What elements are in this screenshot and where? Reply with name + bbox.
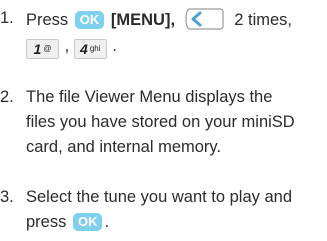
step-text: press [26, 213, 67, 231]
key-1-sub: @ [43, 44, 52, 53]
left-nav-key-icon [185, 8, 224, 30]
key-1-icon: 1 @ [26, 39, 59, 59]
comma: , [64, 37, 70, 55]
ok-key-icon: OK [74, 11, 105, 29]
ok-key-icon: OK [72, 213, 103, 231]
times-text: 2 times, [234, 11, 292, 29]
key-1-digit: 1 [33, 41, 42, 57]
step-number: 3. [0, 188, 14, 206]
menu-key-label: [MENU], [110, 11, 176, 29]
step-1-line-1: Press OK [MENU], 2 times, [26, 7, 292, 31]
period: . [112, 37, 117, 55]
step-number: 1. [0, 9, 14, 27]
key-4-sub: ghi [89, 44, 101, 53]
step-2-line-1: The file Viewer Menu displays the [26, 88, 273, 106]
step-text: Press [26, 11, 69, 29]
step-2-line-3: card, and internal memory. [26, 138, 222, 156]
step-number: 2. [0, 88, 14, 106]
key-4-digit: 4 [80, 41, 88, 57]
step-3-line-1: Select the tune you want to play and [26, 188, 293, 206]
step-2-line-2: files you have stored on your miniSD [26, 113, 295, 131]
step-1-line-2: 1 @ , 4 ghi . [26, 35, 117, 59]
step-3-line-2: press OK. [26, 211, 109, 233]
period: . [104, 213, 110, 231]
key-4-icon: 4 ghi [73, 39, 107, 59]
